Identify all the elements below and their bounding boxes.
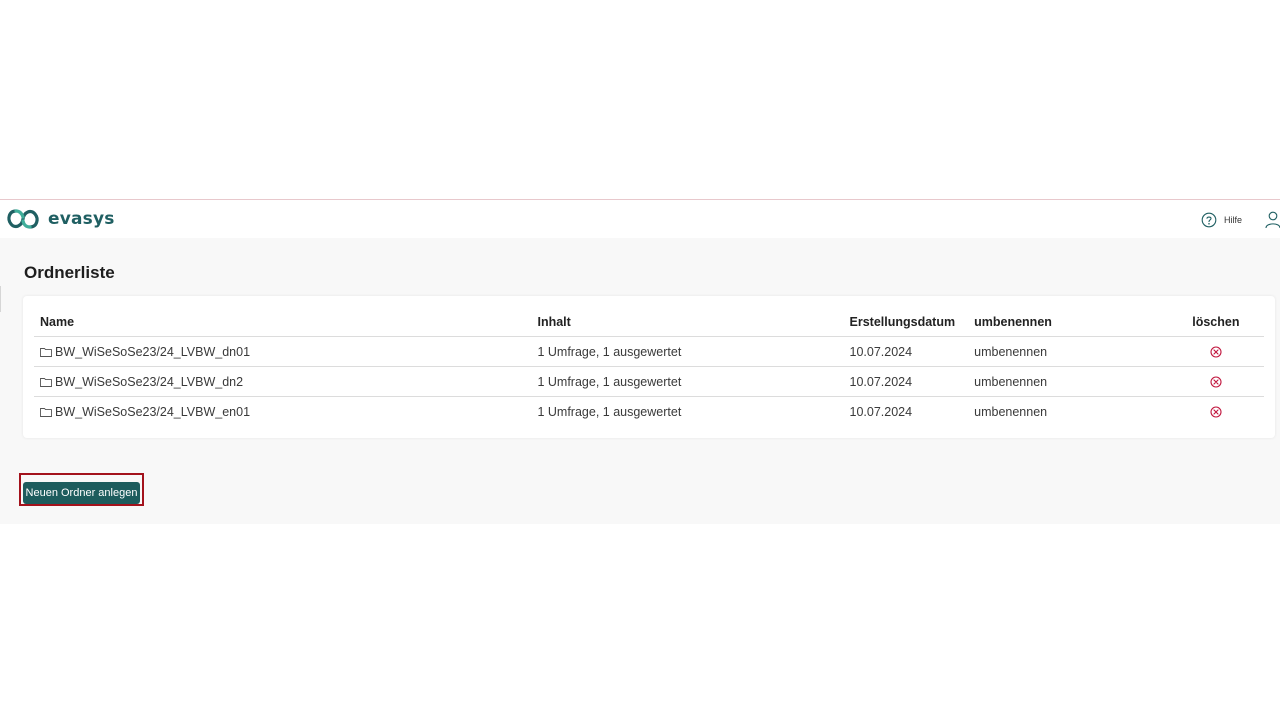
sidebar-edge bbox=[0, 286, 1, 312]
content-cell: 1 Umfrage, 1 ausgewertet bbox=[531, 366, 844, 397]
top-bar: evasys Hilfe bbox=[0, 200, 1280, 238]
rename-link[interactable]: umbenennen bbox=[968, 397, 1168, 427]
folder-icon bbox=[40, 347, 52, 357]
table-header-row: Name Inhalt Erstellungsdatum umbenennen … bbox=[34, 307, 1264, 337]
rename-link[interactable]: umbenennen bbox=[968, 336, 1168, 367]
content-cell: 1 Umfrage, 1 ausgewertet bbox=[531, 336, 844, 367]
delete-circle-x-icon[interactable] bbox=[1210, 406, 1222, 418]
folder-link[interactable]: BW_WiSeSoSe23/24_LVBW_en01 bbox=[40, 405, 531, 419]
delete-circle-x-icon[interactable] bbox=[1210, 376, 1222, 388]
column-header-content[interactable]: Inhalt bbox=[531, 307, 844, 337]
column-header-delete: löschen bbox=[1167, 307, 1264, 337]
folder-table: Name Inhalt Erstellungsdatum umbenennen … bbox=[34, 307, 1264, 426]
table-row: BW_WiSeSoSe23/24_LVBW_dn2 1 Umfrage, 1 a… bbox=[34, 366, 1264, 397]
page-title: Ordnerliste bbox=[24, 263, 115, 282]
column-header-rename: umbenennen bbox=[968, 307, 1168, 337]
help-circle-icon bbox=[1201, 212, 1217, 228]
table-row: BW_WiSeSoSe23/24_LVBW_dn01 1 Umfrage, 1 … bbox=[34, 336, 1264, 367]
help-link[interactable]: Hilfe bbox=[1201, 212, 1242, 228]
folder-link[interactable]: BW_WiSeSoSe23/24_LVBW_dn2 bbox=[40, 375, 531, 389]
delete-circle-x-icon[interactable] bbox=[1210, 346, 1222, 358]
folder-list-card: Name Inhalt Erstellungsdatum umbenennen … bbox=[23, 296, 1275, 438]
date-cell: 10.07.2024 bbox=[843, 336, 969, 367]
evasys-logo-icon bbox=[7, 209, 39, 229]
folder-link[interactable]: BW_WiSeSoSe23/24_LVBW_dn01 bbox=[40, 345, 531, 359]
folder-name-cell[interactable]: BW_WiSeSoSe23/24_LVBW_dn01 bbox=[34, 336, 532, 367]
delete-cell bbox=[1168, 397, 1264, 427]
folder-name-cell[interactable]: BW_WiSeSoSe23/24_LVBW_en01 bbox=[34, 397, 531, 427]
screen: evasys Hilfe Ordnerliste Name Inhalt Ers… bbox=[0, 0, 1280, 720]
date-cell: 10.07.2024 bbox=[843, 366, 969, 397]
highlight-frame: Neuen Ordner anlegen bbox=[19, 473, 144, 506]
folder-name-cell[interactable]: BW_WiSeSoSe23/24_LVBW_dn2 bbox=[34, 366, 532, 397]
folder-name: BW_WiSeSoSe23/24_LVBW_dn01 bbox=[55, 344, 251, 359]
table-row: BW_WiSeSoSe23/24_LVBW_en01 1 Umfrage, 1 … bbox=[34, 397, 1264, 427]
delete-cell bbox=[1167, 336, 1264, 367]
evasys-logo[interactable]: evasys bbox=[6, 207, 115, 231]
folder-name: BW_WiSeSoSe23/24_LVBW_en01 bbox=[55, 404, 251, 419]
folder-icon bbox=[40, 407, 52, 417]
user-icon[interactable] bbox=[1265, 211, 1280, 229]
column-header-date[interactable]: Erstellungsdatum bbox=[843, 307, 969, 337]
column-header-name[interactable]: Name bbox=[34, 307, 532, 337]
brand-name: evasys bbox=[48, 209, 115, 229]
delete-cell bbox=[1167, 366, 1264, 397]
date-cell: 10.07.2024 bbox=[849, 404, 913, 419]
folder-name: BW_WiSeSoSe23/24_LVBW_dn2 bbox=[55, 374, 244, 389]
app-window: evasys Hilfe Ordnerliste Name Inhalt Ers… bbox=[0, 199, 1280, 524]
help-label: Hilfe bbox=[1224, 215, 1243, 225]
rename-link[interactable]: umbenennen bbox=[968, 366, 1168, 397]
new-folder-button[interactable]: Neuen Ordner anlegen bbox=[23, 482, 140, 504]
folder-icon bbox=[40, 377, 52, 387]
content-cell: 1 Umfrage, 1 ausgewertet bbox=[537, 404, 682, 419]
